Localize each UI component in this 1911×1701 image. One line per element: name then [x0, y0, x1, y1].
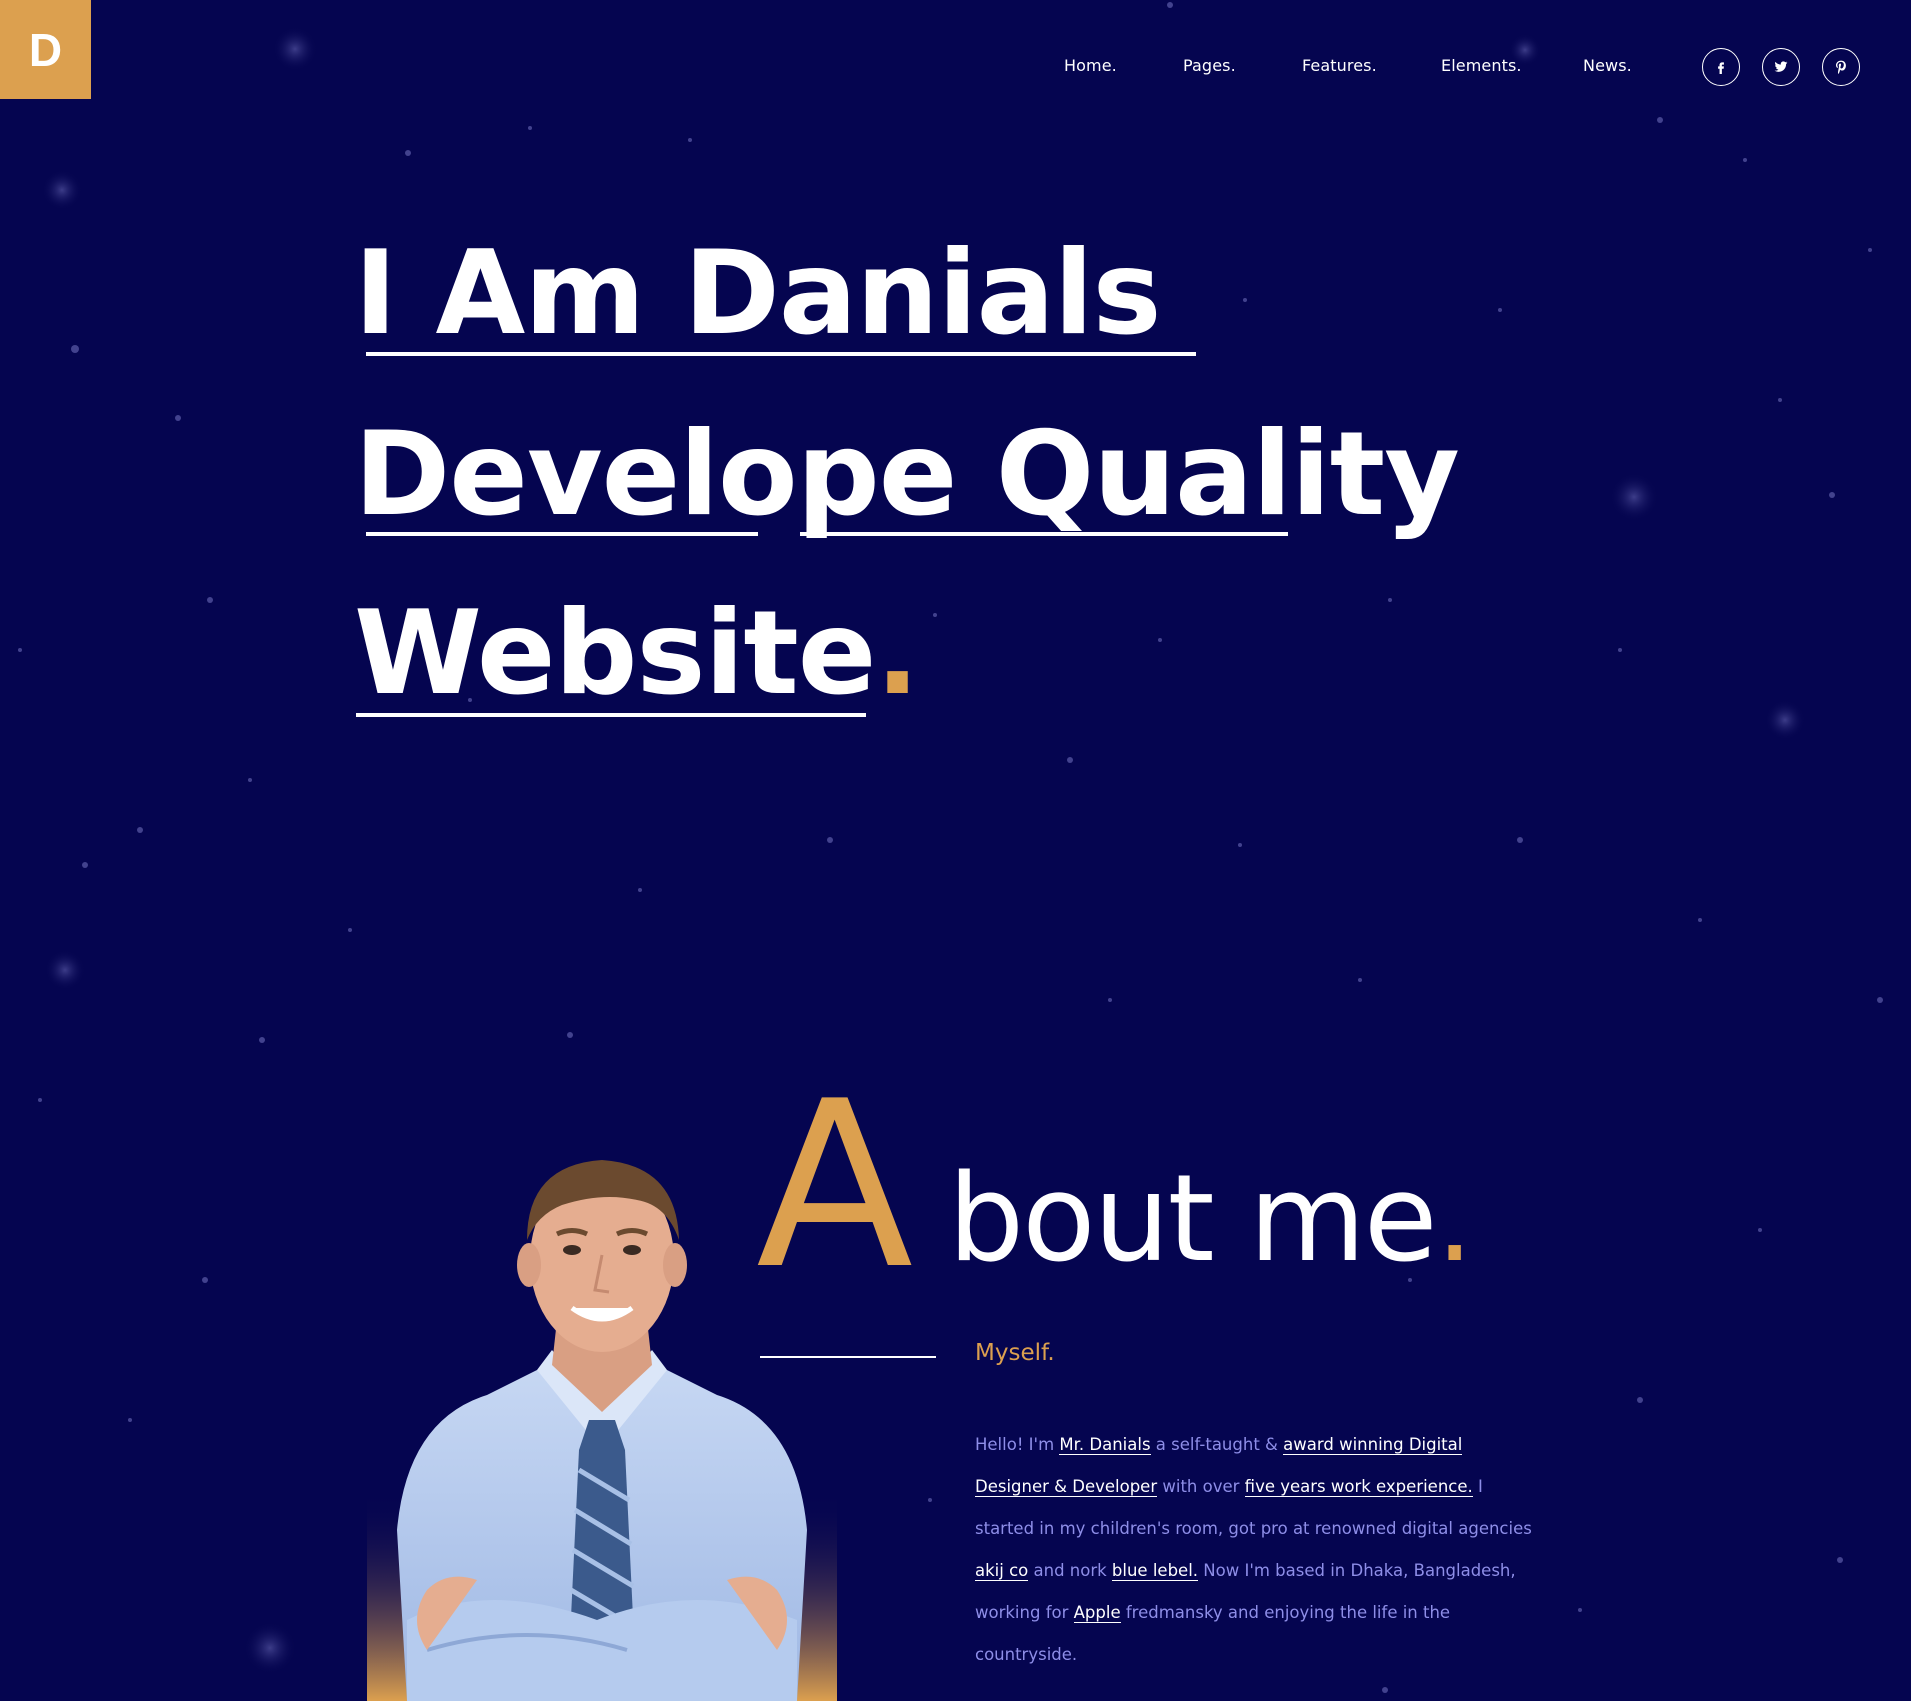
- about-accent-dot: .: [1435, 1150, 1474, 1289]
- hero-underline-1: [366, 352, 1196, 356]
- bio-text-5: and nork: [1028, 1561, 1112, 1580]
- hero-line-2: Develope Quality: [354, 407, 1460, 542]
- about-big-letter: A: [756, 1053, 914, 1320]
- about-subtitle: Myself.: [975, 1340, 1055, 1366]
- facebook-button[interactable]: [1702, 48, 1740, 86]
- twitter-button[interactable]: [1762, 48, 1800, 86]
- hero-line-1: I Am Danials: [354, 226, 1162, 361]
- about-title-text: bout me: [948, 1150, 1438, 1289]
- bio-text-3: with over: [1157, 1477, 1245, 1496]
- hero-line-3: Website.: [354, 596, 920, 712]
- nav-item-features[interactable]: Features.: [1302, 56, 1377, 75]
- nav-item-pages[interactable]: Pages.: [1183, 56, 1236, 75]
- bio-text-1: Hello! I'm: [975, 1435, 1060, 1454]
- hero-underline-2b: [800, 532, 1288, 536]
- bio-link-agency-akij[interactable]: akij co: [975, 1561, 1029, 1581]
- nav-item-home[interactable]: Home.: [1064, 56, 1117, 75]
- brand-logo[interactable]: D: [0, 0, 91, 99]
- hero-line-3-text: Website: [354, 586, 876, 721]
- nav-item-news[interactable]: News.: [1583, 56, 1632, 75]
- facebook-icon: [1718, 62, 1724, 74]
- hero-accent-dot: .: [875, 586, 919, 721]
- twitter-icon: [1774, 61, 1788, 72]
- pinterest-icon: [1835, 60, 1846, 74]
- about-bio: Hello! I'm Mr. Danials a self-taught & a…: [975, 1424, 1535, 1676]
- bio-text-2: a self-taught &: [1150, 1435, 1284, 1454]
- bio-link-experience[interactable]: five years work experience.: [1244, 1477, 1473, 1497]
- hero-underline-3: [356, 713, 866, 717]
- pinterest-button[interactable]: [1822, 48, 1860, 86]
- nav-item-elements[interactable]: Elements.: [1441, 56, 1522, 75]
- bio-link-name[interactable]: Mr. Danials: [1059, 1435, 1151, 1455]
- about-title: bout me.: [948, 1160, 1474, 1280]
- hero-underline-2a: [366, 532, 758, 536]
- bio-link-apple[interactable]: Apple: [1073, 1603, 1121, 1623]
- myself-divider: [760, 1356, 936, 1358]
- bio-link-agency-blue-lebel[interactable]: blue lebel.: [1111, 1561, 1199, 1581]
